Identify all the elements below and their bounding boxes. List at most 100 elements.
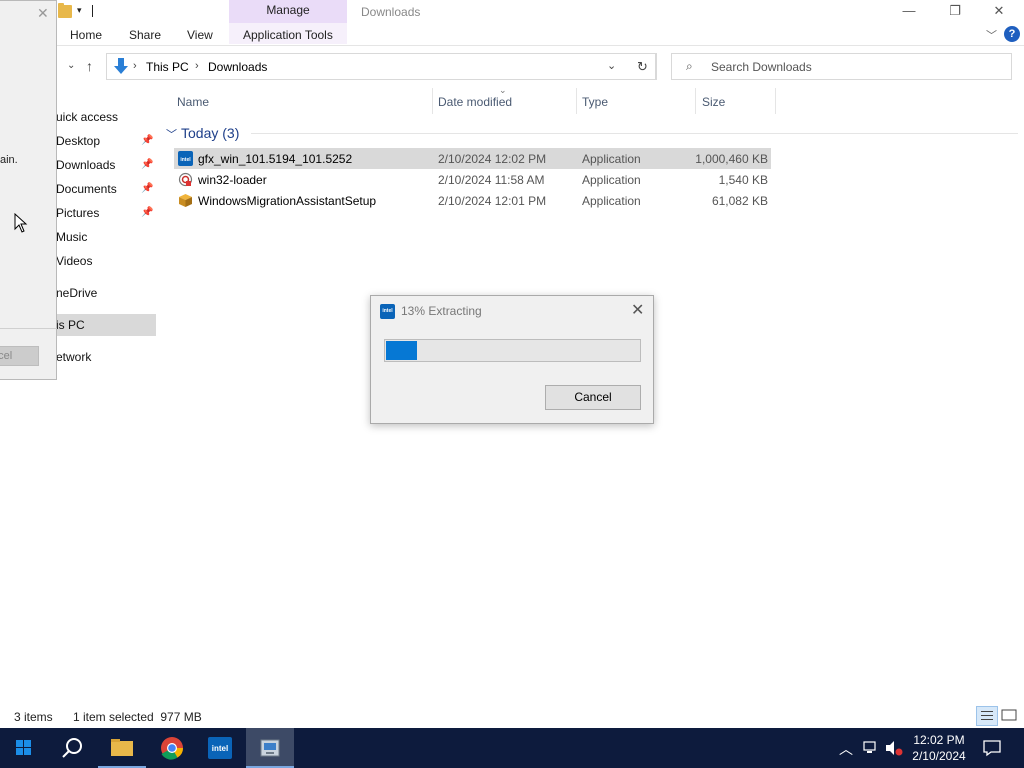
tab-view[interactable]: View (187, 28, 213, 42)
file-size: 1,540 KB (718, 173, 768, 187)
file-name: WindowsMigrationAssistantSetup (198, 194, 377, 208)
nav-item-videos[interactable]: Videos (56, 254, 92, 268)
dialog-separator (0, 328, 57, 329)
mouse-pointer-icon (14, 213, 28, 233)
intel-taskbar-button[interactable]: intel (196, 728, 244, 768)
qat-separator (92, 5, 93, 17)
start-button[interactable] (0, 728, 48, 768)
tab-share[interactable]: Share (129, 28, 161, 42)
file-type: Application (582, 152, 641, 166)
close-icon[interactable]: ✕ (631, 300, 644, 320)
intel-icon: intel (178, 151, 193, 166)
nav-item-network[interactable]: etwork (56, 350, 91, 364)
nav-item-music[interactable]: Music (56, 230, 87, 244)
chevron-up-icon[interactable]: ︿ (839, 739, 853, 759)
file-row[interactable]: WindowsMigrationAssistantSetup 2/10/2024… (174, 190, 771, 211)
column-separator[interactable] (576, 88, 577, 114)
address-bar[interactable]: › This PC › Downloads ⌄ (106, 53, 656, 80)
chevron-down-icon[interactable]: ﹀ (986, 27, 997, 43)
nav-item-onedrive[interactable]: neDrive (56, 286, 97, 300)
package-icon (179, 194, 192, 207)
search-icon: ⌕ (686, 59, 693, 73)
title-bar: ▾ Manage Downloads Home Share View Appli… (0, 0, 1024, 46)
nav-item-desktop[interactable]: Desktop (56, 134, 100, 148)
group-header-today[interactable]: Today (3) (181, 125, 239, 141)
minimize-button[interactable]: — (886, 0, 932, 22)
tab-home[interactable]: Home (70, 28, 102, 42)
breadcrumb-this-pc[interactable]: This PC (146, 60, 189, 74)
file-name: gfx_win_101.5194_101.5252 (198, 152, 353, 166)
file-date: 2/10/2024 12:02 PM (438, 152, 547, 166)
chrome-icon (161, 737, 183, 760)
chevron-down-icon[interactable]: ﹀ (166, 126, 177, 142)
pin-icon: 📌 (141, 207, 154, 218)
pin-icon: 📌 (141, 135, 154, 146)
loader-icon (178, 172, 193, 187)
file-name: win32-loader (198, 173, 267, 187)
column-separator[interactable] (775, 88, 776, 114)
large-icons-view-icon[interactable] (999, 706, 1021, 726)
quick-access-dropdown-icon[interactable]: ▾ (77, 5, 82, 16)
nav-item-downloads[interactable]: Downloads (56, 158, 115, 172)
up-arrow-icon[interactable]: ↑ (86, 58, 93, 74)
installer-icon (260, 739, 280, 757)
dialog-title: 13% Extracting (401, 304, 482, 318)
pin-icon: 📌 (141, 159, 154, 170)
dialog-message: ain. (0, 154, 18, 166)
group-divider (251, 133, 1018, 134)
nav-item-documents[interactable]: Documents (56, 182, 117, 196)
nav-item-pictures[interactable]: Pictures (56, 206, 99, 220)
intel-icon: intel (380, 304, 395, 319)
file-row[interactable]: win32-loader 2/10/2024 11:58 AM Applicat… (174, 169, 771, 190)
tab-manage[interactable]: Manage (229, 0, 347, 23)
status-selection: 1 item selected 977 MB (73, 710, 202, 724)
svg-text:intel: intel (212, 744, 228, 753)
details-view-icon[interactable] (976, 706, 998, 726)
downloads-arrow-icon (114, 58, 128, 74)
column-header-type[interactable]: Type (582, 95, 608, 109)
search-placeholder: Search Downloads (711, 60, 812, 74)
tab-application-tools[interactable]: Application Tools (243, 28, 333, 42)
progress-bar (384, 339, 641, 362)
file-type: Application (582, 194, 641, 208)
taskbar: intel ︿ 12:02 PM 2/10/2024 (0, 728, 1024, 768)
nav-item-this-pc[interactable]: is PC (56, 318, 85, 332)
breadcrumb-downloads[interactable]: Downloads (208, 60, 267, 74)
chevron-right-icon: › (195, 60, 199, 72)
cancel-button[interactable]: ncel (0, 346, 39, 366)
help-icon[interactable]: ? (1004, 26, 1020, 42)
nav-item-quick-access[interactable]: uick access (56, 110, 118, 124)
windows-logo-icon (16, 740, 31, 755)
search-box[interactable]: ⌕ Search Downloads (671, 53, 1012, 80)
close-button[interactable]: ✕ (976, 0, 1022, 22)
search-taskbar-button[interactable] (48, 728, 96, 768)
file-explorer-taskbar-button[interactable] (98, 728, 146, 768)
folder-icon[interactable] (58, 3, 72, 18)
refresh-icon[interactable]: ↻ (629, 53, 657, 80)
column-header-name[interactable]: Name (177, 95, 209, 109)
network-icon[interactable] (862, 740, 880, 756)
background-dialog: ✕ ain. ncel (0, 0, 57, 380)
clock-time: 12:02 PM (913, 733, 965, 747)
window-title: Downloads (361, 5, 421, 19)
column-header-date-modified[interactable]: Date modified (438, 95, 512, 109)
status-item-count: 3 items (14, 710, 53, 724)
cancel-button[interactable]: Cancel (545, 385, 641, 410)
recent-locations-chevron-icon[interactable]: ⌄ (67, 60, 75, 71)
column-separator[interactable] (432, 88, 433, 114)
file-type: Application (582, 173, 641, 187)
volume-muted-icon[interactable] (884, 740, 904, 756)
progress-fill (386, 341, 418, 360)
installer-taskbar-button[interactable] (246, 728, 294, 768)
column-header-size[interactable]: Size (702, 95, 725, 109)
ribbon-divider (56, 45, 1024, 46)
taskbar-clock[interactable]: 12:02 PM 2/10/2024 (912, 732, 966, 764)
clock-date: 2/10/2024 (912, 749, 966, 763)
restore-button[interactable]: ❐ (932, 0, 978, 22)
notification-icon[interactable] (982, 739, 1002, 757)
close-icon[interactable]: ✕ (37, 5, 49, 22)
chevron-down-icon[interactable]: ⌄ (607, 59, 616, 72)
file-row[interactable]: intel gfx_win_101.5194_101.5252 2/10/202… (174, 148, 771, 169)
column-separator[interactable] (695, 88, 696, 114)
chrome-taskbar-button[interactable] (148, 728, 196, 768)
